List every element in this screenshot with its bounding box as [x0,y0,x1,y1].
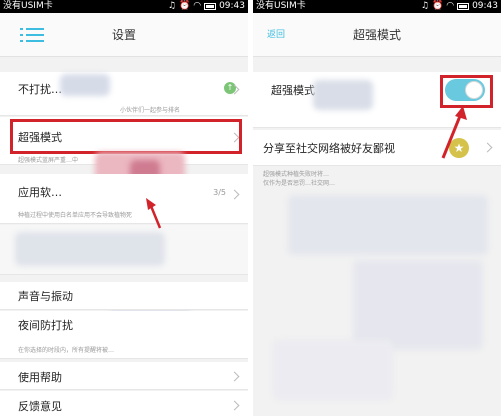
setting-row-feedback[interactable]: 反馈意见 [0,391,248,416]
title-bar: 设置 [0,13,248,57]
setting-label: 应用软… [18,186,62,199]
highlight-box [440,75,493,108]
setting-row-sound[interactable]: 声音与振动 [0,282,248,310]
setting-label: 超强模式 [271,84,315,97]
status-icons: ♫ ⏰ ◠ 09:43 [421,0,498,13]
blur-patch [288,195,488,255]
settings-screen: 没有USIM卡 ♫ ⏰ ◠ 09:43 设置 不打扰… 小伙伴们一起参与排名 ↑… [0,0,248,416]
clock-text: 09:43 [472,1,498,11]
setting-label: 反馈意见 [18,400,62,413]
setting-row-dnd[interactable]: 不打扰… 小伙伴们一起参与排名 ↑ [0,72,248,116]
super-mode-screen: 没有USIM卡 ♫ ⏰ ◠ 09:43 返回 超强模式 超强模式 分享至社交网络… [253,0,501,416]
battery-icon [204,3,217,10]
setting-subtext: 小伙伴们一起参与排名 [120,107,181,114]
battery-icon [457,3,470,10]
blur-patch [60,74,110,96]
page-title: 超强模式 [352,28,401,42]
setting-row-share[interactable]: 分享至社交网络被好友鄙视 ★ [253,130,501,166]
wifi-icon: ◠ [193,1,202,11]
setting-subtext: 种植过程中使用白名单应用不会导致植物死 [18,212,133,219]
headset-icon: ♫ [167,1,176,11]
chevron-right-icon [482,142,493,153]
headset-icon: ♫ [420,1,429,11]
setting-row-help[interactable]: 使用帮助 [0,362,248,390]
highlight-box [10,119,242,154]
setting-subtext: 在你选择的时段内，所有提醒将被… [18,347,115,354]
setting-label: 声音与振动 [18,290,73,303]
setting-label: 夜间防打扰 [18,319,73,332]
setting-label: 使用帮助 [18,371,62,384]
carrier-text: 没有USIM卡 [256,1,306,11]
clock-text: 09:43 [219,1,245,11]
title-bar: 返回 超强模式 [253,13,501,57]
blur-patch [353,260,483,350]
star-badge-icon: ★ [449,138,469,158]
status-bar: 没有USIM卡 ♫ ⏰ ◠ 09:43 [0,0,248,13]
setting-label: 不打扰… [18,83,62,96]
chevron-right-icon [229,400,240,411]
page-title: 设置 [111,28,136,42]
status-icons: ♫ ⏰ ◠ 09:43 [168,0,245,13]
wifi-icon: ◠ [446,1,455,11]
setting-subtext: 超强模式蓝屏严重…中 [18,157,79,164]
alarm-icon: ⏰ [431,1,444,11]
alarm-icon: ⏰ [178,1,191,11]
setting-label: 分享至社交网络被好友鄙视 [263,142,395,155]
blur-patch [15,232,165,266]
status-bar: 没有USIM卡 ♫ ⏰ ◠ 09:43 [253,0,501,13]
setting-row-night[interactable]: 夜间防打扰 在你选择的时段内，所有提醒将被… [0,311,248,359]
blur-patch [313,80,373,110]
chevron-right-icon [229,189,240,200]
setting-row-apps[interactable]: 应用软… 3/5 种植过程中使用白名单应用不会导致植物死 [0,174,248,224]
carrier-text: 没有USIM卡 [3,1,53,11]
super-mode-note: 超强模式种植失败时将… 仅作为是否惩罚…社交网… [263,171,336,187]
chevron-right-icon [229,371,240,382]
setting-value: 3/5 [213,188,226,197]
blur-patch [273,340,393,400]
